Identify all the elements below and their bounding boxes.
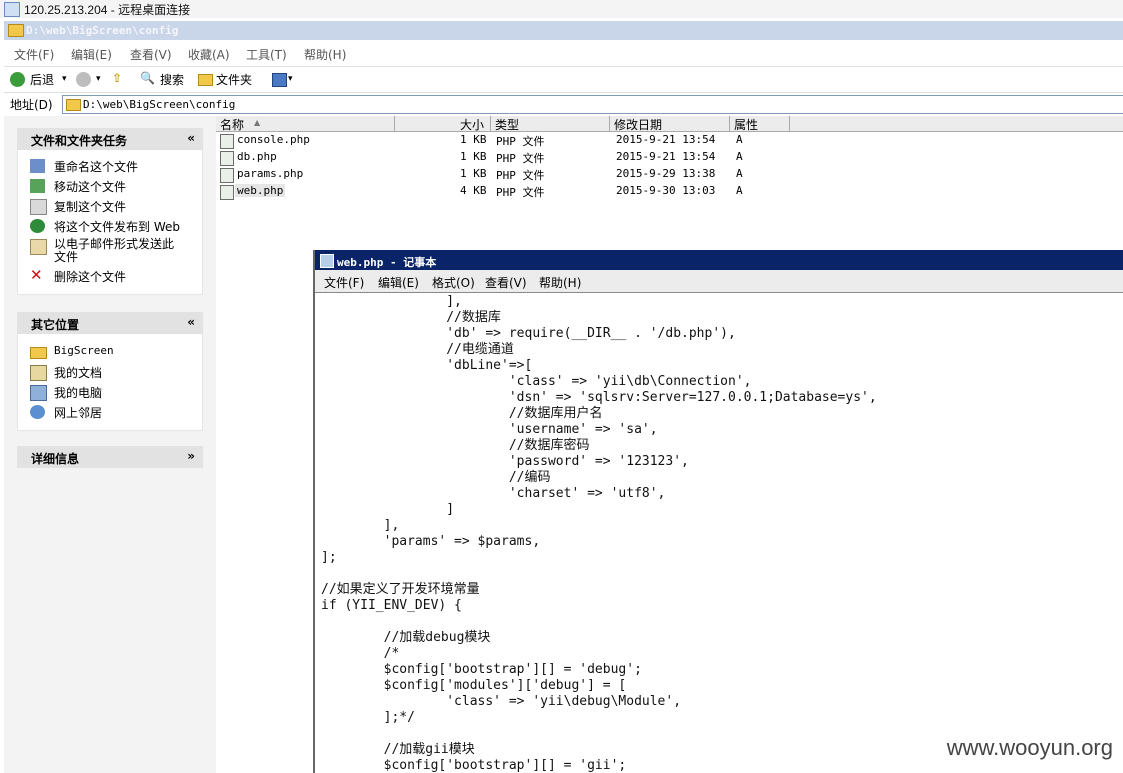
notepad-menubar: 文件(F) 编辑(E) 格式(O) 查看(V) 帮助(H) xyxy=(315,270,1123,293)
notepad-icon xyxy=(320,254,334,268)
places-panel-header[interactable]: 其它位置 « xyxy=(17,312,203,334)
address-input[interactable]: D:\web\BigScreen\config xyxy=(62,95,1123,114)
watermark: www.wooyun.org xyxy=(946,735,1113,760)
search-button[interactable]: 搜索 xyxy=(160,71,184,88)
explorer-menubar: 文件(F) 编辑(E) 查看(V) 收藏(A) 工具(T) 帮助(H) xyxy=(4,42,1123,64)
folder-icon xyxy=(8,24,24,37)
explorer-title: D:\web\BigScreen\config xyxy=(26,24,179,37)
column-modified[interactable]: 修改日期 xyxy=(610,116,730,132)
notepad-menu-file[interactable]: 文件(F) xyxy=(324,274,364,291)
menu-view[interactable]: 查看(V) xyxy=(130,46,172,63)
php-file-icon xyxy=(220,134,234,149)
menu-file[interactable]: 文件(F) xyxy=(14,46,54,63)
places-panel-title: 其它位置 xyxy=(31,318,80,332)
task-pane: 文件和文件夹任务 « 重命名这个文件 移动这个文件 复制这个文件 将这个文件发布… xyxy=(4,116,216,773)
notepad-menu-format[interactable]: 格式(O) xyxy=(432,274,475,291)
forward-arrow-icon[interactable] xyxy=(76,72,91,87)
collapse-icon[interactable]: « xyxy=(187,131,195,145)
notepad-menu-edit[interactable]: 编辑(E) xyxy=(378,274,419,291)
folders-button[interactable]: 文件夹 xyxy=(216,71,252,88)
file-row[interactable]: params.php 1 KB PHP 文件 2015-9-29 13:38 A xyxy=(220,167,743,183)
notepad-menu-help[interactable]: 帮助(H) xyxy=(539,274,581,291)
php-file-icon xyxy=(220,168,234,183)
views-dropdown-icon[interactable]: ▾ xyxy=(288,74,293,84)
search-icon[interactable]: 🔍 xyxy=(140,71,155,85)
file-row-selected[interactable]: web.php 4 KB PHP 文件 2015-9-30 13:03 A xyxy=(220,184,743,200)
menu-favorites[interactable]: 收藏(A) xyxy=(188,46,230,63)
remote-desktop-icon xyxy=(4,2,20,17)
menu-tools[interactable]: 工具(T) xyxy=(246,46,287,63)
notepad-menu-view[interactable]: 查看(V) xyxy=(485,274,527,291)
details-panel-header[interactable]: 详细信息 » xyxy=(17,446,203,468)
notepad-window: web.php - 记事本 文件(F) 编辑(E) 格式(O) 查看(V) 帮助… xyxy=(313,250,1123,773)
file-list-header: 名称 ▲ 大小 类型 修改日期 属性 xyxy=(216,116,1123,132)
move-icon xyxy=(30,179,45,193)
address-label: 地址(D) xyxy=(10,98,53,112)
back-dropdown-icon[interactable]: ▾ xyxy=(62,74,67,84)
expand-icon[interactable]: » xyxy=(187,449,195,463)
notepad-text-area[interactable]: ], //数据库 'db' => require(__DIR__ . '/db.… xyxy=(321,294,1121,773)
folder-icon xyxy=(66,99,81,111)
up-folder-icon[interactable]: ⇧ xyxy=(112,71,122,85)
back-arrow-icon[interactable] xyxy=(10,72,25,87)
column-type[interactable]: 类型 xyxy=(491,116,610,132)
column-size[interactable]: 大小 xyxy=(395,116,491,132)
php-file-icon xyxy=(220,151,234,166)
globe-icon xyxy=(30,219,45,233)
column-name[interactable]: 名称 ▲ xyxy=(216,116,395,132)
email-icon xyxy=(30,239,47,255)
explorer-title-bar: D:\web\BigScreen\config xyxy=(4,21,1123,40)
rdp-title-bar: 120.25.213.204 - 远程桌面连接 xyxy=(0,0,1123,18)
file-row[interactable]: console.php 1 KB PHP 文件 2015-9-21 13:54 … xyxy=(220,133,743,149)
folder-icon xyxy=(30,347,47,359)
address-bar: 地址(D) D:\web\BigScreen\config xyxy=(4,92,1123,115)
notepad-title-bar[interactable]: web.php - 记事本 xyxy=(315,250,1123,270)
explorer-toolbar: 后退 ▾ ▾ ⇧ 🔍 搜索 文件夹 ▾ xyxy=(4,66,1123,93)
network-icon xyxy=(30,405,45,419)
notepad-title: web.php - 记事本 xyxy=(337,256,437,269)
rename-icon xyxy=(30,159,45,173)
computer-icon xyxy=(30,385,47,401)
column-attributes[interactable]: 属性 xyxy=(730,116,790,132)
folders-icon[interactable] xyxy=(198,74,213,86)
address-value: D:\web\BigScreen\config xyxy=(83,98,236,111)
details-panel-title: 详细信息 xyxy=(31,452,80,466)
tasks-panel: 重命名这个文件 移动这个文件 复制这个文件 将这个文件发布到 Web 以电子邮件… xyxy=(17,150,203,295)
menu-help[interactable]: 帮助(H) xyxy=(304,46,346,63)
php-file-icon xyxy=(220,185,234,200)
forward-dropdown-icon[interactable]: ▾ xyxy=(96,74,101,84)
menu-edit[interactable]: 编辑(E) xyxy=(71,46,112,63)
tasks-panel-title: 文件和文件夹任务 xyxy=(31,134,128,148)
views-icon[interactable] xyxy=(272,73,287,87)
file-row[interactable]: db.php 1 KB PHP 文件 2015-9-21 13:54 A xyxy=(220,150,743,166)
my-documents-icon xyxy=(30,365,47,381)
tasks-panel-header[interactable]: 文件和文件夹任务 « xyxy=(17,128,203,150)
delete-icon: ✕ xyxy=(30,266,43,284)
back-button[interactable]: 后退 xyxy=(30,71,54,88)
copy-icon xyxy=(30,199,47,215)
places-panel: BigScreen 我的文档 我的电脑 网上邻居 xyxy=(17,334,203,431)
rdp-title: 120.25.213.204 - 远程桌面连接 xyxy=(24,3,191,17)
collapse-icon[interactable]: « xyxy=(187,315,195,329)
